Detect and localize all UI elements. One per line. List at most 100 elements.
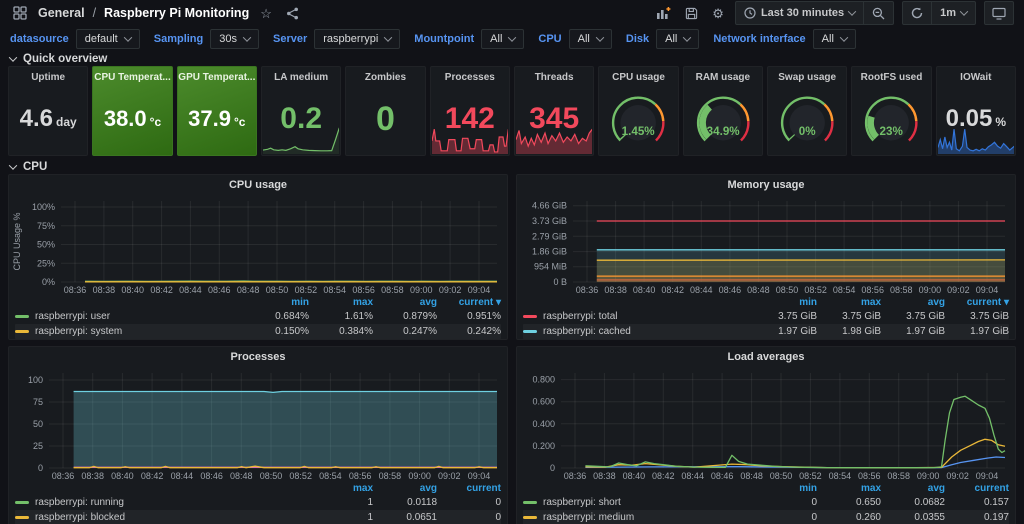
legend-header[interactable]: avg <box>373 483 437 494</box>
variable-dropdown[interactable]: raspberrypi <box>314 29 400 49</box>
refresh-button[interactable] <box>903 2 931 24</box>
dashboard-settings-button[interactable]: ⚙ <box>709 5 727 22</box>
legend-header[interactable]: current ▾ <box>945 297 1009 308</box>
panel-title[interactable]: Load averages <box>517 347 1015 367</box>
svg-text:0.400: 0.400 <box>532 419 555 429</box>
chart-legend: minmaxavgcurrent ▾raspberrypi: user0.684… <box>9 295 507 340</box>
svg-text:50: 50 <box>33 419 43 429</box>
svg-text:09:02: 09:02 <box>946 471 969 481</box>
panel-title[interactable]: Uptime <box>9 67 87 83</box>
svg-text:08:44: 08:44 <box>179 285 202 295</box>
panel-title[interactable]: Processes <box>9 347 507 367</box>
legend-header[interactable]: avg <box>373 297 437 308</box>
variable-dropdown[interactable]: All <box>813 29 856 49</box>
legend-row: raspberrypi: total3.75 GiB3.75 GiB3.75 G… <box>523 309 1009 324</box>
svg-text:0: 0 <box>550 463 555 473</box>
series-label[interactable]: raspberrypi: short <box>543 497 621 508</box>
legend-header[interactable]: min <box>245 297 309 308</box>
variable-server: Serverraspberrypi <box>273 29 400 49</box>
panel-title[interactable]: Processes <box>431 67 509 83</box>
legend-header[interactable]: max <box>817 483 881 494</box>
time-range-button[interactable]: Last 30 minutes <box>736 2 863 24</box>
time-series-plot: 00.2000.4000.6000.80008:3608:3808:4008:4… <box>519 367 1013 481</box>
dashboard-title[interactable]: Raspberry Pi Monitoring <box>104 6 249 20</box>
panel-processes: Processes025507510008:3608:3808:4008:420… <box>8 346 508 524</box>
legend-header[interactable]: min <box>753 483 817 494</box>
clock-icon <box>744 7 756 19</box>
gauge: 0% <box>768 83 846 155</box>
stat-value: 4.6day <box>9 83 87 155</box>
panel-title[interactable]: IOWait <box>937 67 1015 83</box>
series-label[interactable]: raspberrypi: total <box>543 311 617 322</box>
panel-title[interactable]: RAM usage <box>684 67 762 83</box>
panel-title[interactable]: Threads <box>515 67 593 83</box>
series-label[interactable]: raspberrypi: cached <box>543 326 631 337</box>
dashboards-grid-icon[interactable] <box>10 4 30 22</box>
section-cpu[interactable]: CPU <box>0 160 1024 174</box>
legend-header[interactable]: min <box>753 297 817 308</box>
legend-value: 3.75 GiB <box>817 311 881 322</box>
panel-title[interactable]: Zombies <box>346 67 424 83</box>
svg-text:09:00: 09:00 <box>408 471 431 481</box>
panel-title[interactable]: CPU Temperat... <box>93 67 171 83</box>
refresh-interval-dropdown[interactable]: 1m <box>931 2 975 24</box>
variable-dropdown[interactable]: 30s <box>210 29 259 49</box>
zoom-out-icon <box>872 7 885 20</box>
star-icon[interactable]: ☆ <box>257 5 275 22</box>
variable-dropdown[interactable]: All <box>656 29 699 49</box>
legend-value: 1.98 GiB <box>817 326 881 337</box>
legend-header[interactable]: avg <box>881 483 945 494</box>
svg-text:09:04: 09:04 <box>468 285 491 295</box>
stat-unit: day <box>56 115 77 129</box>
share-icon[interactable] <box>283 5 302 22</box>
series-label[interactable]: raspberrypi: medium <box>543 512 634 523</box>
stat-panel-ram-usage: RAM usage34.9% <box>683 66 763 156</box>
panel-title[interactable]: GPU Temperat... <box>178 67 256 83</box>
variable-dropdown[interactable]: All <box>481 29 524 49</box>
panel-title[interactable]: CPU usage <box>599 67 677 83</box>
cycle-view-button[interactable] <box>984 1 1014 25</box>
legend-value: 0.260 <box>817 512 881 523</box>
legend-value: 0.197 <box>945 512 1009 523</box>
panel-title[interactable]: Swap usage <box>768 67 846 83</box>
panel-title[interactable]: Memory usage <box>517 175 1015 195</box>
legend-header[interactable]: max <box>309 297 373 308</box>
section-quick-overview[interactable]: Quick overview <box>0 52 1024 66</box>
svg-text:08:38: 08:38 <box>593 471 616 481</box>
variable-dropdown[interactable]: default <box>76 29 140 49</box>
svg-text:08:46: 08:46 <box>208 285 231 295</box>
save-dashboard-button[interactable] <box>682 5 701 22</box>
legend-header[interactable]: avg <box>881 297 945 308</box>
panel-title[interactable]: RootFS used <box>852 67 930 83</box>
add-panel-button[interactable] <box>653 4 674 22</box>
zoom-out-button[interactable] <box>863 2 893 24</box>
series-label[interactable]: raspberrypi: running <box>35 497 124 508</box>
svg-text:08:48: 08:48 <box>237 285 260 295</box>
stat-value: 0.2 <box>262 83 340 155</box>
legend-header[interactable]: current <box>945 483 1009 494</box>
series-color-dash <box>523 501 537 504</box>
panel-title[interactable]: CPU usage <box>9 175 507 195</box>
breadcrumb-folder[interactable]: General <box>38 6 85 20</box>
stat-value: 38.0°c <box>93 83 171 155</box>
svg-text:1.45%: 1.45% <box>622 125 656 138</box>
series-label[interactable]: raspberrypi: system <box>35 326 122 337</box>
series-label[interactable]: raspberrypi: user <box>35 311 110 322</box>
legend-header[interactable]: current <box>437 483 501 494</box>
legend-value: 1.97 GiB <box>881 326 945 337</box>
svg-text:08:54: 08:54 <box>829 471 852 481</box>
svg-text:75%: 75% <box>37 221 55 231</box>
variable-sampling: Sampling30s <box>154 29 259 49</box>
svg-text:23%: 23% <box>880 125 904 138</box>
legend-value: 0.0682 <box>881 497 945 508</box>
legend-header[interactable]: max <box>817 297 881 308</box>
svg-text:08:46: 08:46 <box>719 285 742 295</box>
svg-text:08:36: 08:36 <box>564 471 587 481</box>
legend-header[interactable]: max <box>309 483 373 494</box>
variable-label: Network interface <box>713 33 805 45</box>
legend-header[interactable]: current ▾ <box>437 297 501 308</box>
series-label[interactable]: raspberrypi: blocked <box>35 512 125 523</box>
legend-header-row: minmaxavgcurrent ▾ <box>523 295 1009 309</box>
variable-dropdown[interactable]: All <box>569 29 612 49</box>
panel-title[interactable]: LA medium <box>262 67 340 83</box>
